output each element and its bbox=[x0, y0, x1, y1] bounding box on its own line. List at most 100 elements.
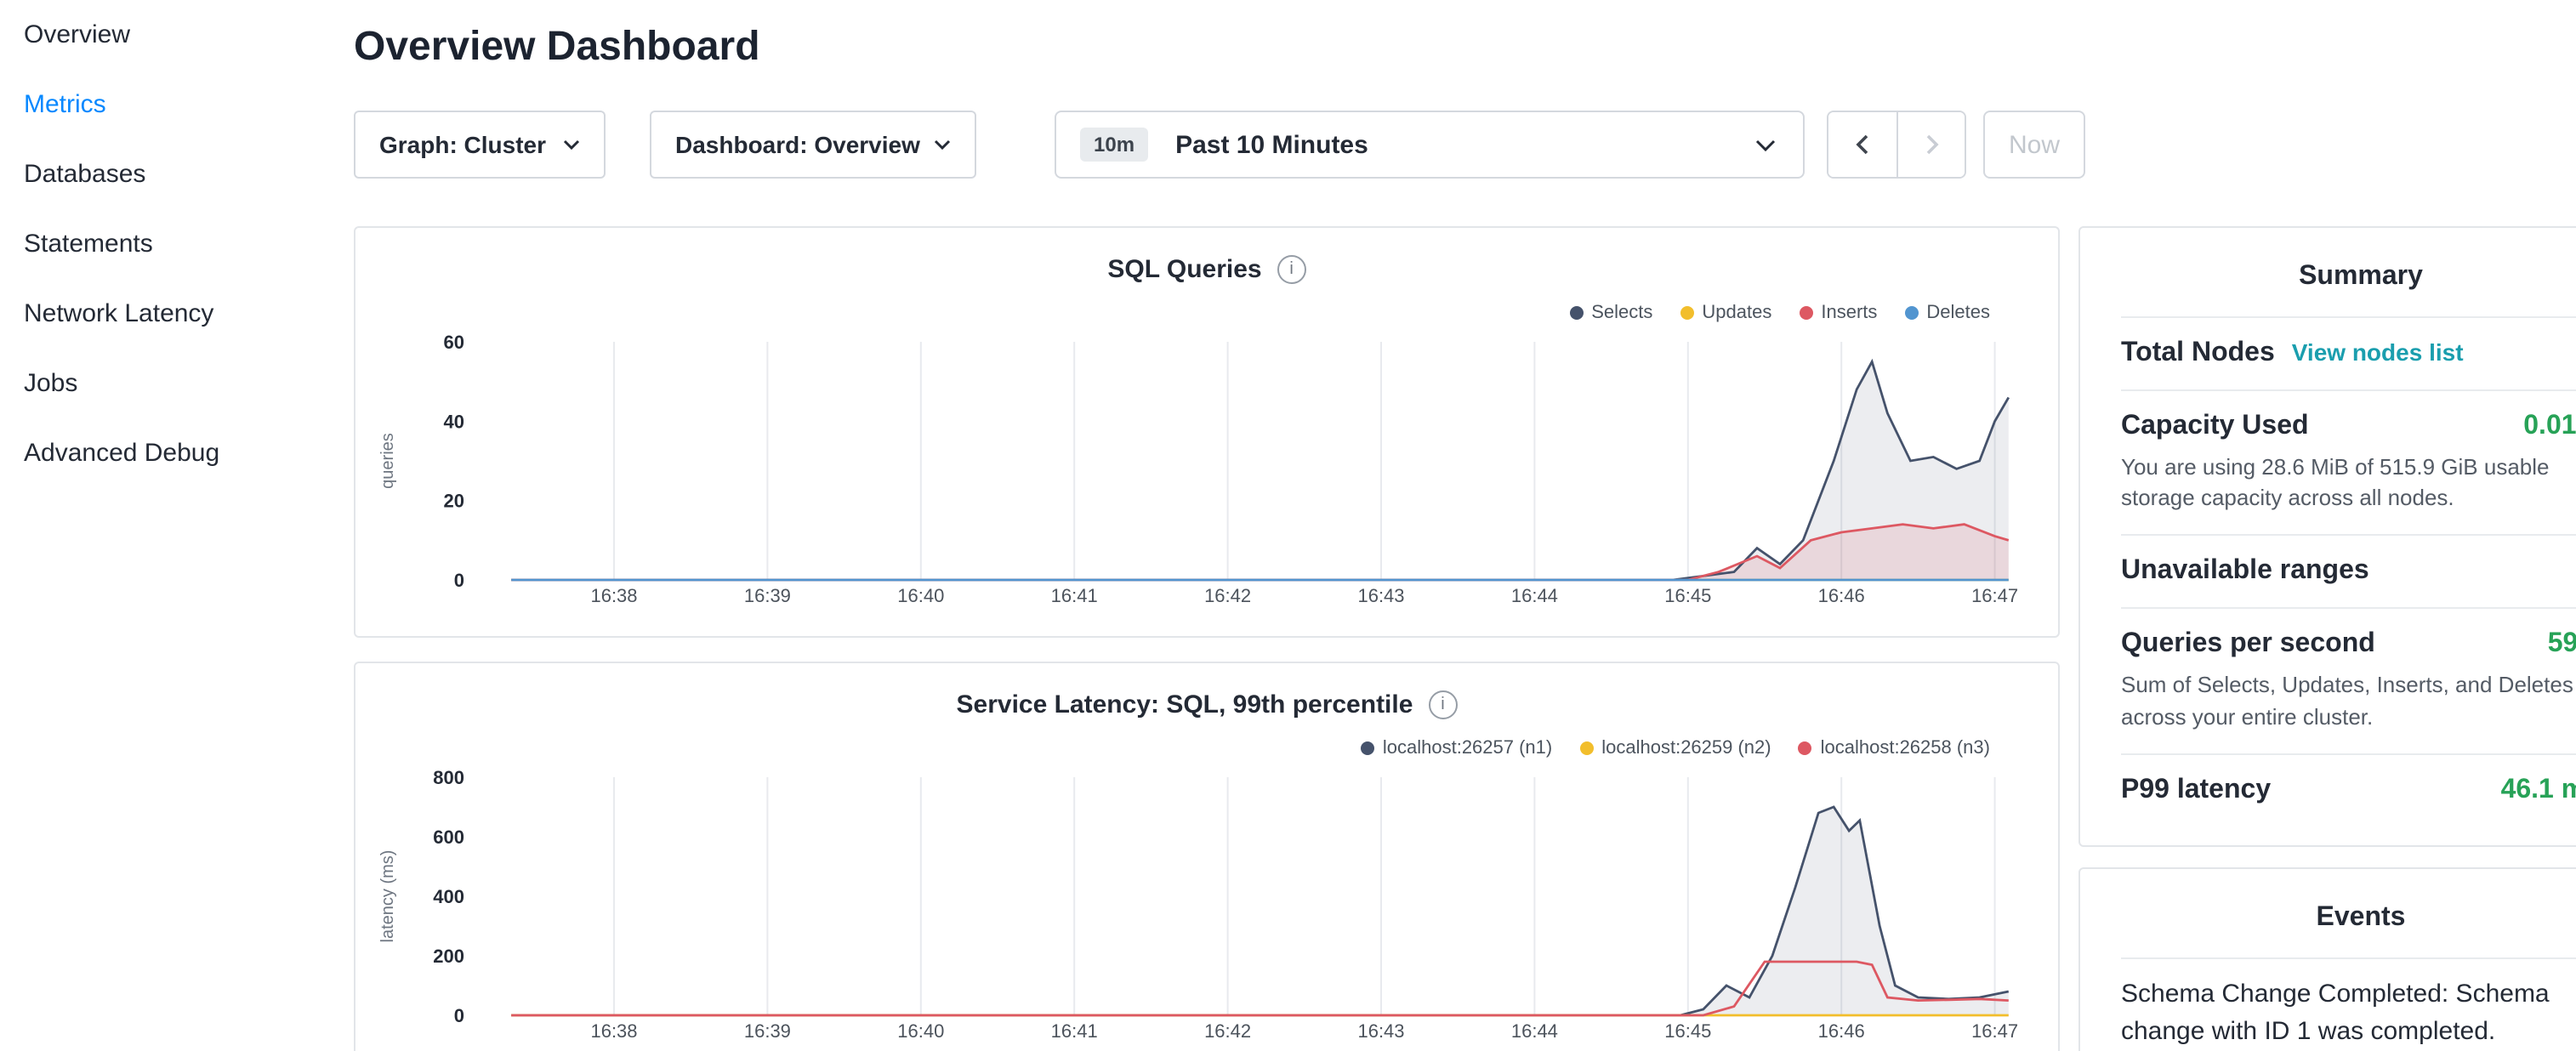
summary-row-value: 59.7 bbox=[2548, 630, 2576, 661]
chevron-left-icon bbox=[1856, 134, 1869, 155]
sidebar-item-overview[interactable]: Overview bbox=[0, 0, 323, 70]
summary-panel: Summary Total Nodes View nodes list 3 Ca… bbox=[2078, 226, 2576, 847]
y-tick-label: 20 bbox=[444, 491, 464, 512]
x-tick-label: 16:47 bbox=[1971, 585, 2018, 606]
now-button[interactable]: Now bbox=[1983, 111, 2085, 179]
info-icon[interactable]: i bbox=[1277, 255, 1306, 284]
series-area bbox=[511, 807, 2009, 1015]
legend-label: Selects bbox=[1591, 303, 1652, 323]
chevron-down-icon bbox=[563, 139, 580, 150]
summary-row-label: Capacity Used bbox=[2121, 412, 2309, 442]
x-tick-label: 16:40 bbox=[897, 1020, 944, 1042]
series-area bbox=[511, 361, 2009, 580]
legend-item[interactable]: localhost:26259 (n2) bbox=[1579, 738, 1771, 758]
x-tick-label: 16:43 bbox=[1357, 1020, 1404, 1042]
x-tick-label: 16:46 bbox=[1818, 1020, 1865, 1042]
x-tick-label: 16:41 bbox=[1051, 585, 1098, 606]
chevron-right-icon bbox=[1925, 134, 1938, 155]
service-latency-chart-panel: Service Latency: SQL, 99th percentile i … bbox=[354, 662, 2060, 1051]
series-line-selects bbox=[511, 361, 2009, 580]
x-tick-label: 16:38 bbox=[590, 1020, 637, 1042]
legend-dot bbox=[1904, 306, 1918, 320]
sidebar-item-advanced-debug[interactable]: Advanced Debug bbox=[0, 418, 323, 488]
graph-scope-dropdown[interactable]: Graph: Cluster bbox=[354, 111, 606, 179]
series-area bbox=[511, 525, 2009, 580]
info-icon[interactable]: i bbox=[1428, 690, 1457, 719]
sidebar-item-metrics[interactable]: Metrics bbox=[0, 70, 323, 139]
legend-item[interactable]: localhost:26257 (n1) bbox=[1361, 738, 1552, 758]
chart-plot-1[interactable]: 16:3816:3916:4016:4116:4216:4316:4416:45… bbox=[355, 765, 2061, 1051]
summary-row-value: 46.1 ms bbox=[2501, 775, 2576, 806]
events-panel: Events Schema Change Completed: Schema c… bbox=[2078, 867, 2576, 1051]
chart-legend-1: localhost:26257 (n1) localhost:26259 (n2)… bbox=[1361, 738, 1990, 758]
summary-row-p99-latency: P99 latency 46.1 ms bbox=[2121, 753, 2576, 827]
x-tick-label: 16:46 bbox=[1818, 585, 1865, 606]
y-tick-label: 40 bbox=[444, 411, 464, 432]
time-window-selector[interactable]: 10m Past 10 Minutes bbox=[1055, 111, 1805, 179]
x-tick-label: 16:45 bbox=[1664, 585, 1711, 606]
summary-row-unavailable-ranges: Unavailable ranges 0 bbox=[2121, 535, 2576, 608]
legend-item[interactable]: Inserts bbox=[1799, 303, 1877, 323]
sidebar: Overview Metrics Databases Statements Ne… bbox=[0, 0, 323, 1051]
summary-row-label: Queries per second bbox=[2121, 630, 2375, 661]
sidebar-item-jobs[interactable]: Jobs bbox=[0, 349, 323, 418]
x-tick-label: 16:39 bbox=[744, 1020, 791, 1042]
y-tick-label: 200 bbox=[433, 946, 464, 967]
y-tick-label: 0 bbox=[454, 570, 464, 591]
x-tick-label: 16:40 bbox=[897, 585, 944, 606]
chart-legend-0: Selects Updates Inserts Deletes bbox=[1569, 303, 1990, 323]
x-tick-label: 16:42 bbox=[1204, 585, 1251, 606]
chevron-down-icon bbox=[1755, 139, 1776, 151]
event-item[interactable]: Schema Change Completed: Schema change w… bbox=[2121, 957, 2576, 1051]
time-step-buttons bbox=[1827, 111, 1966, 179]
legend-item[interactable]: Selects bbox=[1569, 303, 1652, 323]
legend-item[interactable]: Deletes bbox=[1904, 303, 1990, 323]
summary-row-queries-per-second: Queries per second 59.7 Sum of Selects, … bbox=[2121, 608, 2576, 753]
legend-item[interactable]: localhost:26258 (n3) bbox=[1799, 738, 1990, 758]
summary-row-capacity-used: Capacity Used 0.01% You are using 28.6 M… bbox=[2121, 389, 2576, 535]
y-axis-title: queries bbox=[378, 433, 397, 489]
sidebar-item-databases[interactable]: Databases bbox=[0, 139, 323, 209]
legend-dot bbox=[1569, 306, 1583, 320]
sql-queries-chart-panel: SQL Queries i Selects Updates Inserts Delet… bbox=[354, 226, 2060, 638]
dashboard-controls: Graph: Cluster Dashboard: Overview 10m P… bbox=[354, 111, 2085, 179]
legend-dot bbox=[1361, 741, 1374, 755]
overview-dashboard-page: Overview Metrics Databases Statements Ne… bbox=[0, 0, 2576, 1051]
summary-row-label: P99 latency bbox=[2121, 775, 2271, 806]
sidebar-item-statements[interactable]: Statements bbox=[0, 209, 323, 279]
legend-label: localhost:26259 (n2) bbox=[1601, 738, 1771, 758]
summary-row-description: Sum of Selects, Updates, Inserts, and De… bbox=[2121, 671, 2576, 733]
x-tick-label: 16:44 bbox=[1511, 1020, 1558, 1042]
x-tick-label: 16:39 bbox=[744, 585, 791, 606]
chart-title: SQL Queries bbox=[1107, 255, 1261, 284]
dashboard-dropdown[interactable]: Dashboard: Overview bbox=[650, 111, 976, 179]
time-forward-button[interactable] bbox=[1896, 112, 1965, 177]
legend-dot bbox=[1680, 306, 1693, 320]
y-tick-label: 0 bbox=[454, 1005, 464, 1026]
legend-item[interactable]: Updates bbox=[1680, 303, 1771, 323]
graph-scope-label: Graph: Cluster bbox=[379, 131, 546, 158]
legend-dot bbox=[1799, 741, 1812, 755]
y-axis-title: latency (ms) bbox=[378, 850, 397, 943]
time-backward-button[interactable] bbox=[1828, 112, 1896, 177]
time-window-label: Past 10 Minutes bbox=[1175, 130, 1755, 159]
legend-label: Deletes bbox=[1926, 303, 1990, 323]
page-title: Overview Dashboard bbox=[354, 24, 760, 71]
summary-row-label: Unavailable ranges bbox=[2121, 557, 2369, 588]
summary-row-value: 0.01% bbox=[2523, 412, 2576, 442]
sidebar-item-network-latency[interactable]: Network Latency bbox=[0, 279, 323, 349]
chart-title: Service Latency: SQL, 99th percentile bbox=[957, 690, 1413, 719]
x-tick-label: 16:42 bbox=[1204, 1020, 1251, 1042]
y-tick-label: 400 bbox=[433, 886, 464, 907]
dashboard-dropdown-label: Dashboard: Overview bbox=[675, 131, 920, 158]
x-tick-label: 16:43 bbox=[1357, 585, 1404, 606]
view-nodes-list-link[interactable]: View nodes list bbox=[2292, 338, 2464, 366]
legend-label: Updates bbox=[1702, 303, 1771, 323]
chevron-down-icon bbox=[934, 139, 951, 150]
summary-row-label: Total Nodes bbox=[2121, 338, 2275, 369]
x-tick-label: 16:44 bbox=[1511, 585, 1558, 606]
chart-plot-0[interactable]: 16:3816:3916:4016:4116:4216:4316:4416:45… bbox=[355, 330, 2061, 628]
y-tick-label: 800 bbox=[433, 767, 464, 788]
time-window-badge: 10m bbox=[1080, 128, 1148, 162]
summary-title: Summary bbox=[2121, 228, 2576, 316]
